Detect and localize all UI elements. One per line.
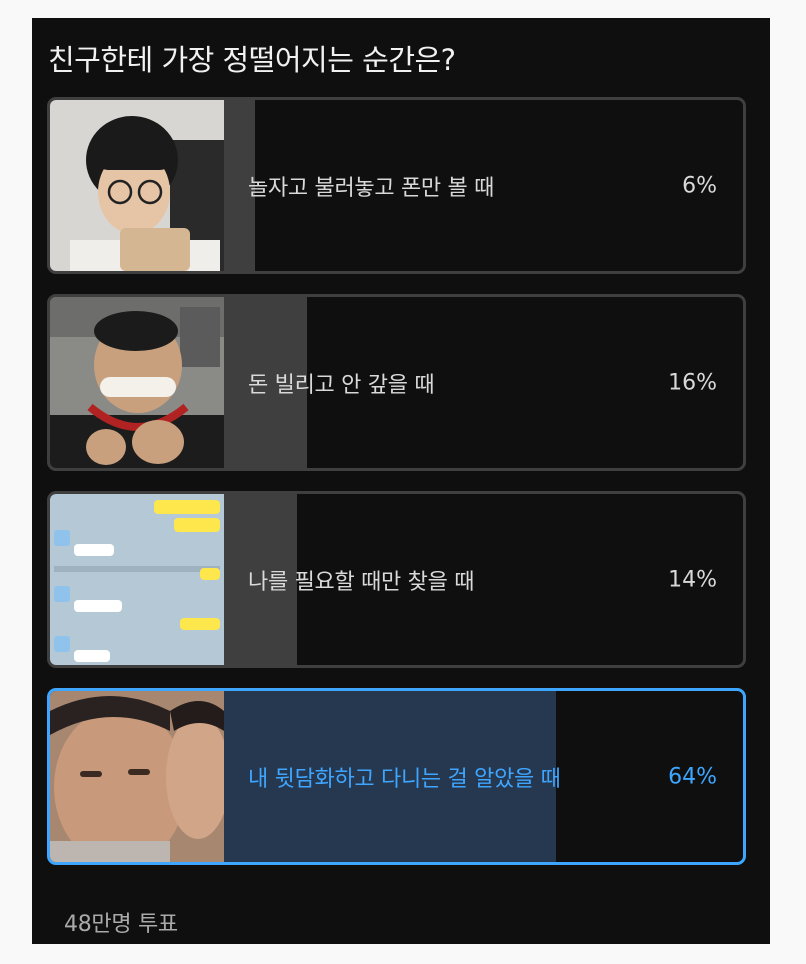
option-label: 내 뒷담화하고 다니는 걸 알았을 때	[248, 766, 561, 792]
option-thumbnail-image	[50, 100, 224, 271]
vote-count: 48만명 투표	[64, 912, 178, 937]
poll-option-1[interactable]: 놀자고 불러놓고 폰만 볼 때 6%	[47, 97, 746, 274]
option-label: 놀자고 불러놓고 폰만 볼 때	[248, 175, 495, 201]
poll-title: 친구한테 가장 정떨어지는 순간은?	[48, 43, 456, 77]
option-thumbnail-image	[50, 297, 224, 468]
poll-card: 친구한테 가장 정떨어지는 순간은? 놀자고 불러놓고 폰만 볼 때 6% 돈 …	[32, 18, 770, 944]
poll-option-4-selected[interactable]: 내 뒷담화하고 다니는 걸 알았을 때 64%	[47, 688, 746, 865]
option-percent: 16%	[668, 370, 717, 395]
option-percent: 64%	[668, 764, 717, 789]
option-label: 돈 빌리고 안 갚을 때	[248, 372, 435, 398]
option-label: 나를 필요할 때만 찾을 때	[248, 569, 475, 595]
poll-option-3[interactable]: 나를 필요할 때만 찾을 때 14%	[47, 491, 746, 668]
option-percent: 6%	[682, 173, 717, 198]
option-percent: 14%	[668, 567, 717, 592]
option-thumbnail-image	[50, 494, 224, 665]
poll-option-2[interactable]: 돈 빌리고 안 갚을 때 16%	[47, 294, 746, 471]
option-thumbnail-image	[50, 691, 224, 862]
